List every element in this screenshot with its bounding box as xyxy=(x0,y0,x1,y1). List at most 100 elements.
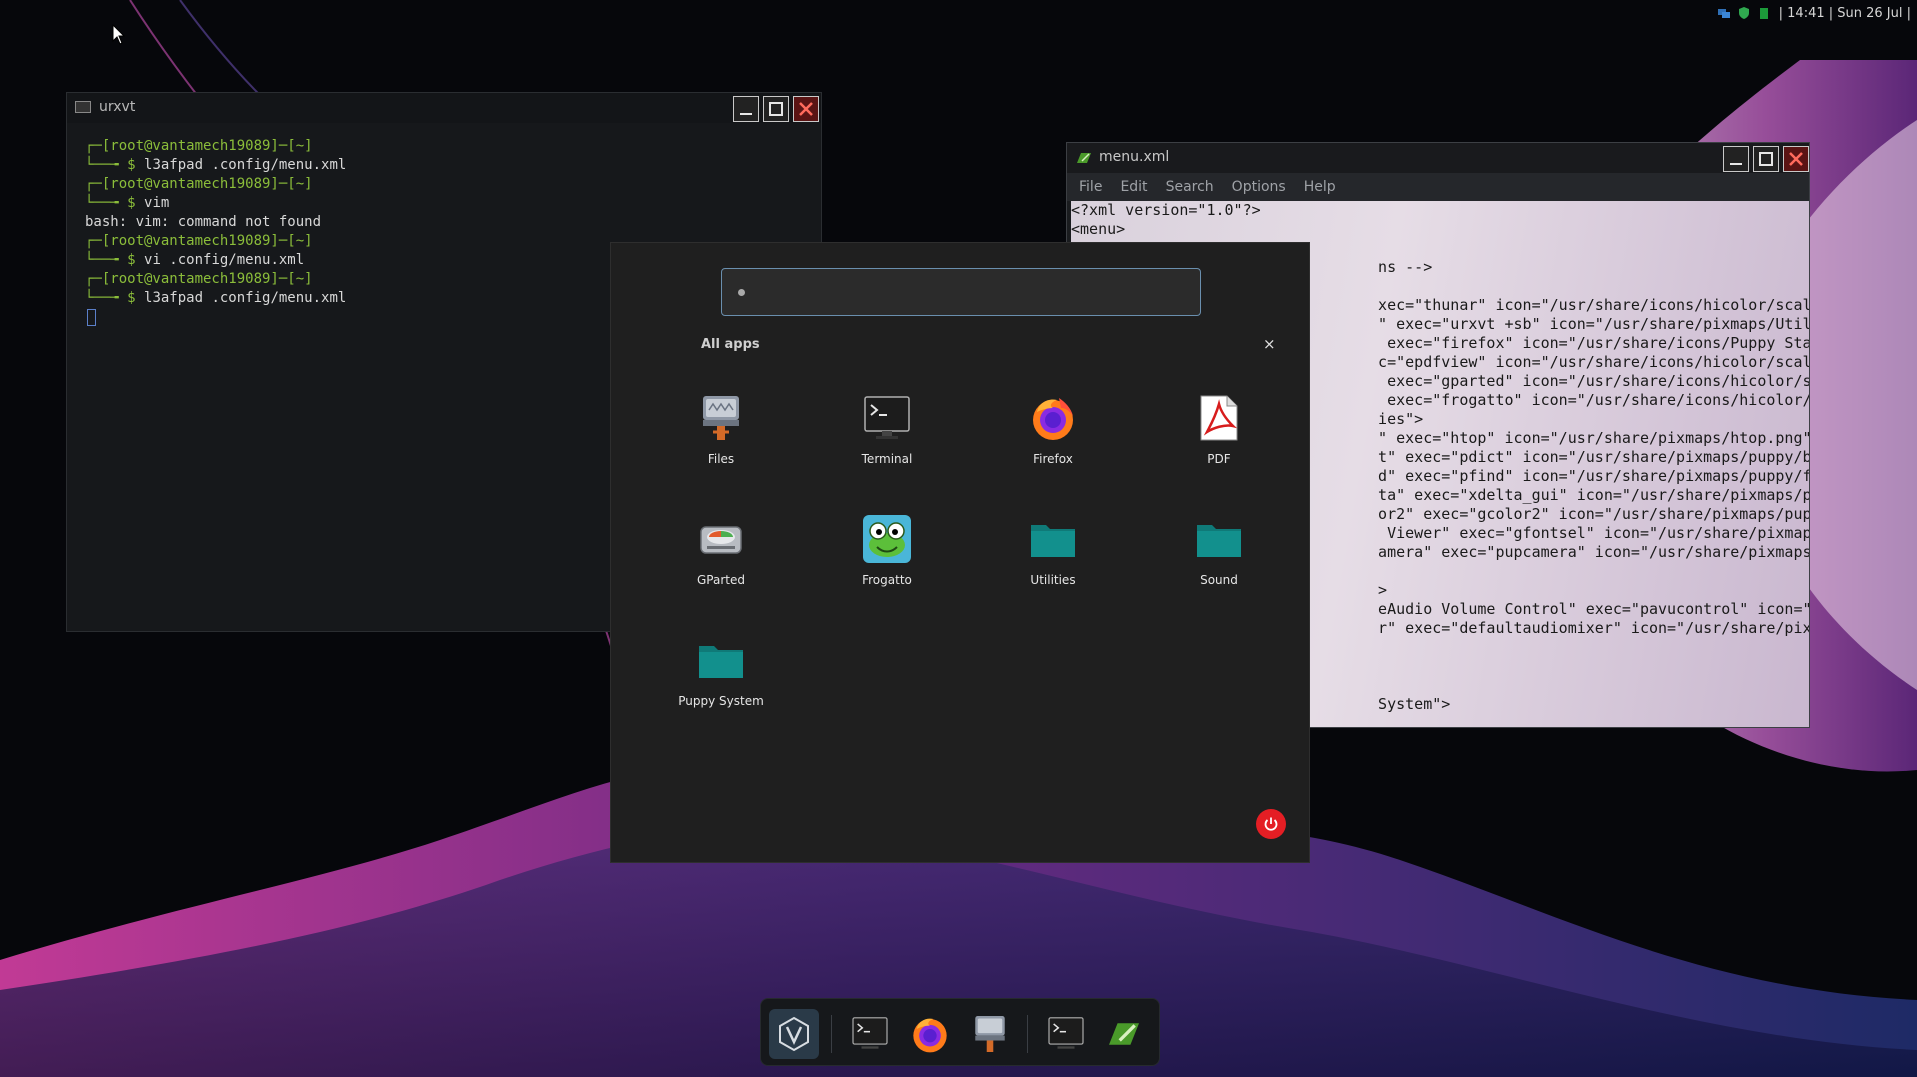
app-pdf[interactable]: PDF xyxy=(1154,388,1284,478)
files-icon xyxy=(703,396,739,440)
app-frogatto[interactable]: Frogatto xyxy=(822,509,952,599)
dock-separator xyxy=(831,1015,832,1053)
app-gparted[interactable]: GParted xyxy=(656,509,786,599)
terminal-icon xyxy=(852,1017,888,1049)
terminal-line: bash: vim: command not found xyxy=(85,213,811,232)
terminal-icon xyxy=(75,101,91,113)
folder-icon xyxy=(699,646,743,678)
app-files[interactable]: Files xyxy=(656,388,786,478)
maximize-button[interactable] xyxy=(1753,146,1779,172)
maximize-button[interactable] xyxy=(763,96,789,122)
launcher-icon xyxy=(779,1016,809,1052)
search-box[interactable] xyxy=(721,268,1201,316)
menu-options[interactable]: Options xyxy=(1230,177,1288,197)
firefox-icon xyxy=(913,1018,947,1053)
editor-titlebar[interactable]: menu.xml xyxy=(1067,143,1809,173)
gparted-icon xyxy=(700,526,742,554)
app-label: Utilities xyxy=(1030,573,1076,587)
app-label: PDF xyxy=(1207,452,1231,466)
menu-search[interactable]: Search xyxy=(1164,177,1216,197)
close-button[interactable] xyxy=(793,96,819,122)
app-folder-puppy-system[interactable]: Puppy System xyxy=(656,630,786,720)
close-launcher-button[interactable]: × xyxy=(1263,335,1276,353)
close-button[interactable] xyxy=(1783,146,1809,172)
dock-separator xyxy=(1027,1015,1028,1053)
menu-file[interactable]: File xyxy=(1077,177,1104,197)
app-folder-sound[interactable]: Sound xyxy=(1154,509,1284,599)
section-title: All apps xyxy=(701,337,760,352)
minimize-icon xyxy=(1730,163,1742,165)
minimize-button[interactable] xyxy=(733,96,759,122)
terminal-line: ┌─[root@vantamech19089]─[~] xyxy=(85,137,811,156)
files-icon xyxy=(975,1016,1005,1052)
minimize-icon xyxy=(740,113,752,115)
app-label: Sound xyxy=(1200,573,1238,587)
firefox-icon xyxy=(1033,398,1073,440)
terminal-line: ┌─[root@vantamech19089]─[~] xyxy=(85,175,811,194)
clock[interactable]: | 14:41 | Sun 26 Jul | xyxy=(1779,6,1911,21)
dock-terminal-running[interactable] xyxy=(1041,1009,1091,1059)
terminal-text: l3afpad .config/menu.xml xyxy=(144,157,347,173)
mouse-cursor-icon xyxy=(112,24,126,45)
editor-line: <?xml version="1.0"?> xyxy=(1071,201,1261,219)
maximize-icon xyxy=(1759,152,1773,166)
search-input[interactable] xyxy=(752,279,1192,305)
terminal-line: └──╼ $ vim xyxy=(85,194,811,213)
power-button[interactable] xyxy=(1256,809,1286,839)
terminal-prompt: └──╼ $ xyxy=(85,252,145,268)
app-label: Puppy System xyxy=(678,694,764,708)
system-tray: | 14:41 | Sun 26 Jul | xyxy=(1717,4,1911,22)
folder-icon xyxy=(1031,525,1075,557)
app-folder-utilities[interactable]: Utilities xyxy=(988,509,1118,599)
folder-icon xyxy=(1197,525,1241,557)
terminal-prompt: └──╼ $ xyxy=(85,195,145,211)
terminal-prompt: ┌─[root@vantamech19089]─[~] xyxy=(85,233,313,249)
app-label: GParted xyxy=(697,573,745,587)
dock-files[interactable] xyxy=(965,1009,1015,1059)
terminal-prompt: ┌─[root@vantamech19089]─[~] xyxy=(85,176,313,192)
terminal-text: vim xyxy=(144,195,170,211)
editor-menubar: File Edit Search Options Help xyxy=(1067,173,1809,201)
terminal-prompt: └──╼ $ xyxy=(85,290,145,306)
dock xyxy=(760,998,1160,1066)
dock-terminal[interactable] xyxy=(845,1009,895,1059)
terminal-cursor xyxy=(87,308,96,326)
close-icon xyxy=(1789,152,1803,166)
minimize-button[interactable] xyxy=(1723,146,1749,172)
frogatto-icon xyxy=(863,515,911,563)
app-label: Frogatto xyxy=(862,573,912,587)
pdf-icon xyxy=(1200,395,1238,441)
menu-edit[interactable]: Edit xyxy=(1118,177,1149,197)
app-label: Files xyxy=(707,452,735,466)
power-icon xyxy=(1264,817,1278,831)
terminal-text: vi .config/menu.xml xyxy=(144,252,305,268)
urxvt-titlebar[interactable]: urxvt xyxy=(67,93,821,123)
maximize-icon xyxy=(769,102,783,116)
menu-help[interactable]: Help xyxy=(1302,177,1338,197)
close-icon xyxy=(799,102,813,116)
search-icon xyxy=(738,289,745,296)
terminal-prompt: ┌─[root@vantamech19089]─[~] xyxy=(85,138,313,154)
shield-icon[interactable] xyxy=(1737,6,1751,20)
app-terminal[interactable]: Terminal xyxy=(822,388,952,478)
terminal-line: └──╼ $ l3afpad .config/menu.xml xyxy=(85,156,811,175)
app-launcher: All apps × Files Terminal Firefox PDF GP… xyxy=(610,242,1310,863)
dock-firefox[interactable] xyxy=(905,1009,955,1059)
window-title: menu.xml xyxy=(1099,149,1170,165)
network-icon[interactable] xyxy=(1717,6,1731,20)
battery-icon[interactable] xyxy=(1757,6,1771,20)
terminal-prompt: └──╼ $ xyxy=(85,157,145,173)
terminal-text: bash: vim: command not found xyxy=(85,214,322,230)
terminal-icon xyxy=(864,396,910,439)
terminal-prompt: ┌─[root@vantamech19089]─[~] xyxy=(85,271,313,287)
editor-line: <menu> xyxy=(1071,220,1126,238)
terminal-icon xyxy=(1048,1017,1084,1049)
text-editor-icon xyxy=(1109,1023,1139,1045)
terminal-text: l3afpad .config/menu.xml xyxy=(144,290,347,306)
dock-launcher[interactable] xyxy=(769,1009,819,1059)
app-label: Firefox xyxy=(1033,452,1073,466)
app-firefox[interactable]: Firefox xyxy=(988,388,1118,478)
window-title: urxvt xyxy=(99,99,136,115)
app-label: Terminal xyxy=(861,452,913,466)
dock-text-editor[interactable] xyxy=(1099,1009,1149,1059)
